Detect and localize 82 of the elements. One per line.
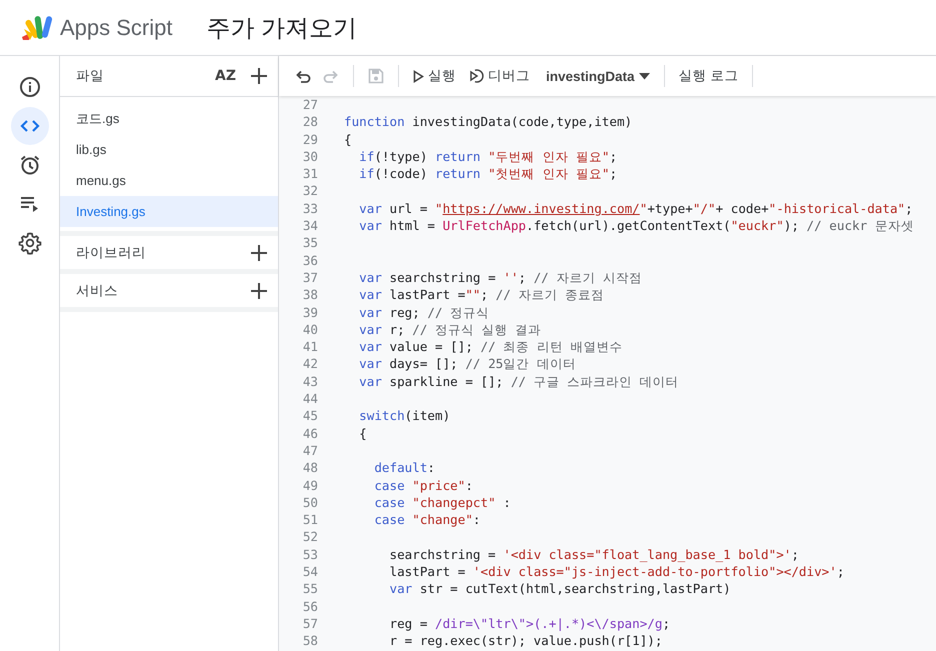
- code-line: var html = UrlFetchApp.fetch(url).getContentText("euckr"); // euckr 문자셋: [358, 217, 914, 234]
- line-number: 52: [302, 528, 318, 546]
- line-number: 35: [302, 234, 318, 252]
- line-number: 34: [302, 217, 318, 234]
- settings-icon: [18, 231, 42, 255]
- file-item[interactable]: 코드.gs: [60, 103, 278, 134]
- line-number: 29: [302, 130, 318, 148]
- plus-icon[interactable]: [250, 67, 268, 85]
- line-number: 58: [302, 632, 318, 650]
- line-number: 40: [302, 320, 318, 338]
- file-item[interactable]: menu.gs: [60, 165, 278, 196]
- line-number: 43: [302, 372, 318, 390]
- line-number: 31: [302, 165, 318, 182]
- line-number: 38: [302, 286, 318, 304]
- line-number: 27: [302, 96, 318, 114]
- caret-icon: [638, 72, 650, 80]
- run-button[interactable]: 실행: [407, 63, 462, 89]
- code-line: if(!code) return "첫번째 인자 필요";: [358, 165, 618, 182]
- line-number: 39: [302, 304, 318, 321]
- line-number: 50: [302, 494, 318, 512]
- line-number: 44: [302, 390, 318, 408]
- code-line: var value = []; // 최종 리턴 배열변수: [358, 338, 622, 356]
- line-number: 41: [302, 338, 318, 356]
- line-number: 57: [302, 614, 318, 632]
- line-number: 30: [302, 148, 318, 166]
- code-line: var days= []; // 25일간 데이터: [358, 355, 576, 373]
- play-icon: [413, 70, 424, 82]
- project-title[interactable]: 주가 가져오기: [206, 12, 358, 44]
- file-item[interactable]: Investing.gs: [60, 196, 278, 227]
- line-number: 37: [302, 268, 318, 286]
- code-line: lastPart = '<div class="js-inject-add-to-portfolio"></div>';: [388, 563, 844, 580]
- plus-icon[interactable]: [250, 282, 268, 300]
- panel-title: 파일: [76, 67, 105, 85]
- code-line: var reg; // 정규식: [358, 304, 490, 321]
- line-number: 55: [302, 580, 318, 598]
- file-item[interactable]: lib.gs: [60, 134, 278, 165]
- code-line: var str = cutText(html,searchstring,lastPart): [388, 580, 731, 598]
- line-number: 33: [302, 200, 318, 218]
- code-line: var r; // 정규식 실행 결과: [358, 320, 542, 338]
- line-number: 42: [302, 355, 318, 373]
- section-title[interactable]: 라이브러리: [76, 244, 250, 262]
- debug-button[interactable]: 디버그: [462, 63, 536, 89]
- code-line: case "change":: [373, 511, 481, 528]
- code-line: searchstring = '<div class="float_lang_base_1 bold">';: [388, 546, 799, 564]
- debug-icon: [468, 68, 484, 84]
- code-line: reg = /dir=\"ltr\">(.+|.*)<\/span>/g;: [388, 614, 670, 632]
- line-number: 49: [302, 476, 318, 494]
- line-number: 32: [302, 182, 318, 200]
- code-line: var lastPart =""; // 자르기 종료점: [358, 286, 604, 304]
- line-number: 47: [302, 442, 318, 460]
- line-number: 45: [302, 407, 318, 425]
- code-line: switch(item): [358, 407, 450, 425]
- code-line: {: [344, 130, 352, 148]
- code-line: function investingData(code,type,item): [344, 113, 632, 131]
- code-line: default:: [373, 459, 435, 477]
- code-line: var url = "https://www.investing.com/"+type+"/"+ code+"-historical-data";: [358, 200, 913, 218]
- info-icon: [18, 75, 42, 99]
- code-line: if(!type) return "두번째 인자 필요";: [358, 148, 618, 166]
- line-number: 53: [302, 546, 318, 564]
- code-line: r = reg.exec(str); value.push(r[1]);: [388, 632, 662, 650]
- section-title[interactable]: 서비스: [76, 282, 250, 300]
- undo-icon: [295, 69, 311, 83]
- line-number: 28: [302, 113, 318, 131]
- code-line: var sparkline = []; // 구글 스파크라인 데이터: [358, 372, 679, 390]
- sort-button[interactable]: AZ: [215, 68, 236, 84]
- redo-icon: [323, 69, 339, 83]
- rail-button[interactable]: [10, 107, 48, 145]
- execution-log-button[interactable]: 실행 로그: [672, 63, 744, 89]
- line-number: 36: [302, 252, 318, 269]
- plus-icon[interactable]: [250, 244, 268, 262]
- code-line: {: [358, 424, 367, 442]
- line-number: 51: [302, 511, 318, 528]
- line-number: 54: [302, 563, 318, 580]
- code-line: case "changepct" :: [373, 494, 511, 512]
- product-name: Apps Script: [60, 14, 172, 40]
- code-line: var searchstring = ''; // 자르기 시작점: [358, 268, 642, 286]
- code-line: case "price":: [373, 476, 473, 494]
- fan-logo-icon: [20, 14, 54, 40]
- line-number: 56: [302, 598, 318, 615]
- function-dropdown[interactable]: investingData: [540, 64, 656, 88]
- line-number: 46: [302, 424, 318, 442]
- line-number: 48: [302, 459, 318, 477]
